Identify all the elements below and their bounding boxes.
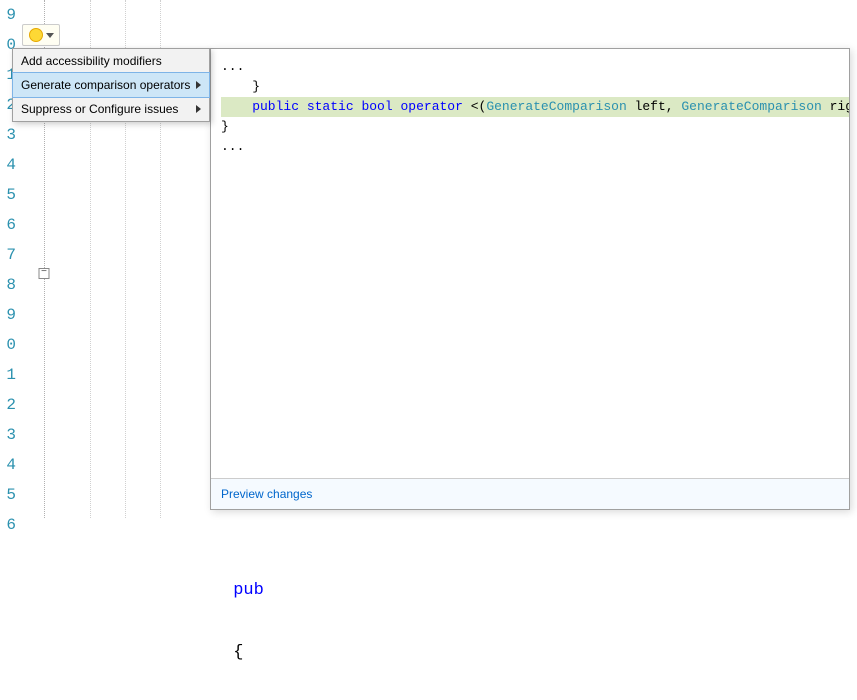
chevron-down-icon <box>46 33 54 38</box>
chevron-right-icon <box>196 81 201 89</box>
quick-actions-lightbulb[interactable] <box>22 24 60 46</box>
preview-footer: Preview changes <box>211 478 849 509</box>
code-preview-pane: ... } public static bool operator <(Gene… <box>210 48 850 510</box>
menu-item-generate-comparison[interactable]: Generate comparison operators <box>12 72 210 98</box>
fold-toggle-icon[interactable]: − <box>39 268 50 279</box>
menu-item-label: Generate comparison operators <box>21 78 190 92</box>
brace: { <box>233 643 243 662</box>
preview-changes-link[interactable]: Preview changes <box>221 487 312 501</box>
preview-code-area: ... } public static bool operator <(Gene… <box>211 49 849 478</box>
quick-actions-menu: Add accessibility modifiers Generate com… <box>12 48 210 122</box>
keyword-partial: pub <box>233 581 264 600</box>
menu-item-suppress-configure[interactable]: Suppress or Configure issues <box>13 97 209 121</box>
menu-item-accessibility-modifiers[interactable]: Add accessibility modifiers <box>13 49 209 73</box>
lightbulb-icon <box>29 28 43 42</box>
chevron-right-icon <box>196 105 201 113</box>
menu-item-label: Suppress or Configure issues <box>21 102 178 116</box>
menu-item-label: Add accessibility modifiers <box>21 54 162 68</box>
